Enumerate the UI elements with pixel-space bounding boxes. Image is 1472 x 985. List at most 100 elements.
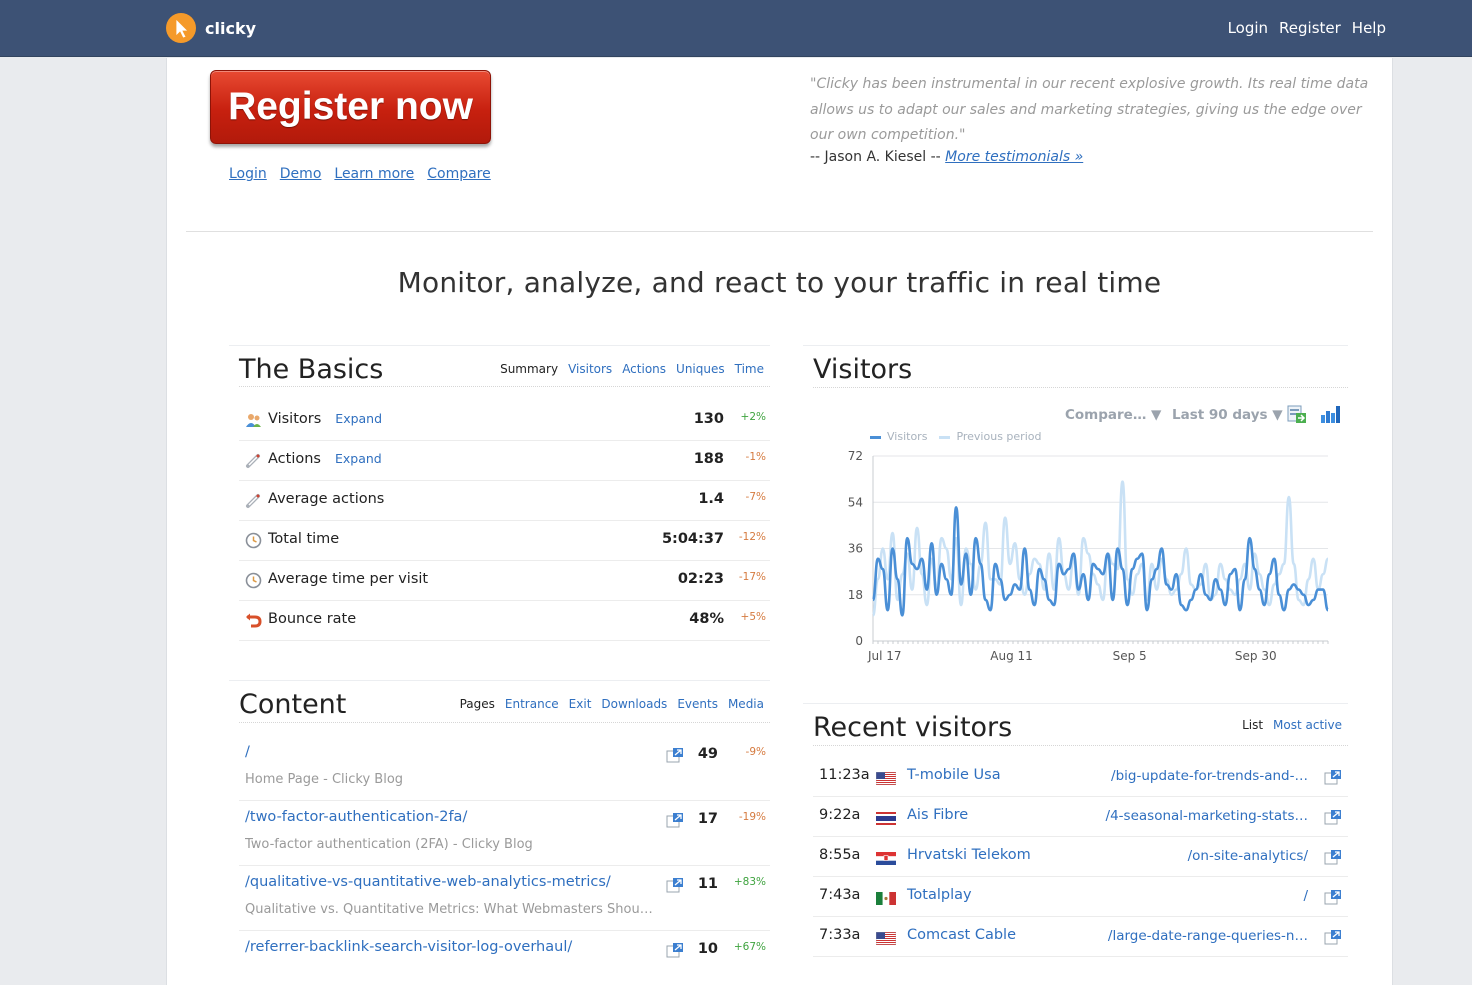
visitor-org-link[interactable]: Hrvatski Telekom xyxy=(907,847,1031,863)
basics-row-value: 02:23 xyxy=(677,571,724,587)
basics-row: Average time per visit 02:23 -17% xyxy=(239,561,770,601)
basics-row: Bounce rate 48% +5% xyxy=(239,601,770,641)
recent-tabs: List Most active xyxy=(1242,718,1342,732)
page-title-text: Home Page - Clicky Blog xyxy=(245,772,404,787)
visitor-page-link[interactable]: /large-date-range-queries-n… xyxy=(1108,928,1308,944)
visitor-row[interactable]: 9:22a Ais Fibre/4-seasonal-marketing-stat… xyxy=(813,797,1348,837)
logo-text: clicky xyxy=(205,18,257,38)
change-badge: -12% xyxy=(738,531,766,543)
basics-row-label: Bounce rate xyxy=(268,611,356,627)
visitor-row[interactable]: 11:23a T-mobile Usa/big-update-for-trends… xyxy=(813,757,1348,797)
page-path-link[interactable]: /referrer-backlink-search-visitor-log-ov… xyxy=(245,939,572,955)
bar-chart-icon[interactable] xyxy=(1320,405,1340,423)
demo-link[interactable]: Demo xyxy=(280,166,322,182)
page-hits: 10 xyxy=(697,941,718,957)
visitor-org-link[interactable]: Totalplay xyxy=(907,887,972,903)
basics-row-value: 130 xyxy=(693,411,724,427)
visitor-row[interactable]: 7:33a Comcast Cable/large-date-range-quer… xyxy=(813,917,1348,957)
page-title-text: Qualitative vs. Quantitative Metrics: Wh… xyxy=(245,902,655,917)
nav-help-link[interactable]: Help xyxy=(1352,19,1386,37)
tab-exit[interactable]: Exit xyxy=(569,697,592,711)
visitor-row[interactable]: 8:55a Hrvatski Telekom/on-site-analytics/ xyxy=(813,837,1348,877)
basics-rows: Visitors Expand 130 +2% Actions Expand 188 -1% A… xyxy=(239,401,770,641)
tab-downloads[interactable]: Downloads xyxy=(601,697,667,711)
tab-pages[interactable]: Pages xyxy=(460,697,495,711)
visitors-title: Visitors xyxy=(813,354,913,385)
tab-summary[interactable]: Summary xyxy=(500,362,558,376)
external-link-icon[interactable] xyxy=(1324,929,1342,949)
change-badge: +67% xyxy=(733,941,766,953)
y-tick-label: 0 xyxy=(855,634,863,648)
recent-title: Recent visitors xyxy=(813,712,1013,743)
tab-most-active[interactable]: Most active xyxy=(1273,718,1342,732)
compare-link[interactable]: Compare xyxy=(427,166,491,182)
visitor-page-link[interactable]: /on-site-analytics/ xyxy=(1188,848,1308,864)
visitor-org-link[interactable]: Comcast Cable xyxy=(907,927,1016,943)
export-icon[interactable] xyxy=(1287,404,1307,424)
visitors-rule xyxy=(813,387,1348,388)
page-headline: Monitor, analyze, and react to your traf… xyxy=(397,266,1162,299)
visitor-page-link[interactable]: / xyxy=(1303,888,1308,904)
tab-events[interactable]: Events xyxy=(677,697,718,711)
compare-dropdown[interactable]: Compare… ▼ xyxy=(1065,407,1161,423)
more-testimonials-link[interactable]: More testimonials » xyxy=(945,149,1083,165)
basics-row: Average actions 1.4 -7% xyxy=(239,481,770,521)
page-path-link[interactable]: / xyxy=(245,744,250,760)
content-widget: Content Pages Entrance Exit Downloads Ev… xyxy=(229,680,770,960)
x-tick-label: Aug 11 xyxy=(990,649,1033,663)
basics-row-label: Actions Expand xyxy=(268,451,382,467)
date-range-dropdown[interactable]: Last 90 days ▼ xyxy=(1172,407,1283,423)
tab-visitors[interactable]: Visitors xyxy=(568,362,612,376)
expand-link[interactable]: Expand xyxy=(335,451,382,466)
nav-login-link[interactable]: Login xyxy=(1228,19,1268,37)
visitors-widget: Visitors Compare… ▼ Last 90 days ▼ Visit… xyxy=(803,345,1348,671)
expand-link[interactable]: Expand xyxy=(335,411,382,426)
tab-entrance[interactable]: Entrance xyxy=(505,697,559,711)
change-badge: +5% xyxy=(740,611,766,623)
page-path-link[interactable]: /two-factor-authentication-2fa/ xyxy=(245,809,467,825)
visitor-page-link[interactable]: /4-seasonal-marketing-stats… xyxy=(1106,808,1308,824)
learn-more-link[interactable]: Learn more xyxy=(334,166,414,182)
external-link-icon[interactable] xyxy=(666,812,684,832)
basics-row-label-text: Bounce rate xyxy=(268,611,357,627)
visitor-org-link[interactable]: T-mobile Usa xyxy=(907,767,1001,783)
external-link-icon[interactable] xyxy=(1324,809,1342,829)
basics-row-value: 1.4 xyxy=(698,491,724,507)
logo[interactable]: clicky xyxy=(166,13,256,43)
basics-row-label-text: Average time per visit xyxy=(268,571,429,587)
tab-actions[interactable]: Actions xyxy=(622,362,666,376)
visit-time: 8:55a xyxy=(819,847,861,863)
visitor-row[interactable]: 7:43a Totalplay / xyxy=(813,877,1348,917)
basics-row: Visitors Expand 130 +2% xyxy=(239,401,770,441)
tab-time[interactable]: Time xyxy=(735,362,764,376)
visitors-chart: 0 18 36 54 72 Jul 17 Aug 11 Sep 5 Sep 30 xyxy=(848,449,1330,663)
change-badge: +2% xyxy=(740,411,766,423)
register-now-button[interactable]: Register now xyxy=(210,70,491,144)
page-path-link[interactable]: /qualitative-vs-quantitative-web-analyti… xyxy=(245,874,611,890)
basics-row-label: Average actions xyxy=(268,491,384,507)
x-tick-label: Sep 5 xyxy=(1113,649,1147,663)
external-link-icon[interactable] xyxy=(666,747,684,767)
hero-links: Login Demo Learn more Compare xyxy=(229,166,491,182)
country-flag-icon xyxy=(876,810,896,825)
visitor-org-link[interactable]: Ais Fibre xyxy=(907,807,968,823)
external-link-icon[interactable] xyxy=(666,942,684,962)
y-tick-label: 54 xyxy=(848,495,863,509)
basics-row-label-text: Average actions xyxy=(268,491,385,507)
visitor-page-link[interactable]: /big-update-for-trends-and-… xyxy=(1111,768,1308,784)
nav-register-link[interactable]: Register xyxy=(1279,19,1341,37)
external-link-icon[interactable] xyxy=(1324,889,1342,909)
divider xyxy=(186,231,1373,232)
external-link-icon[interactable] xyxy=(1324,849,1342,869)
external-link-icon[interactable] xyxy=(666,877,684,897)
page-hits: 11 xyxy=(697,876,718,892)
login-link[interactable]: Login xyxy=(229,166,267,182)
tab-media[interactable]: Media xyxy=(728,697,764,711)
tab-uniques[interactable]: Uniques xyxy=(676,362,725,376)
external-link-icon[interactable] xyxy=(1324,769,1342,789)
tab-list[interactable]: List xyxy=(1242,718,1263,732)
basics-row-label-text: Visitors xyxy=(268,411,322,427)
content-row: /two-factor-authentication-2fa/Two-facto… xyxy=(239,801,770,866)
page-hits: 49 xyxy=(697,746,718,762)
content-rule xyxy=(239,722,770,723)
